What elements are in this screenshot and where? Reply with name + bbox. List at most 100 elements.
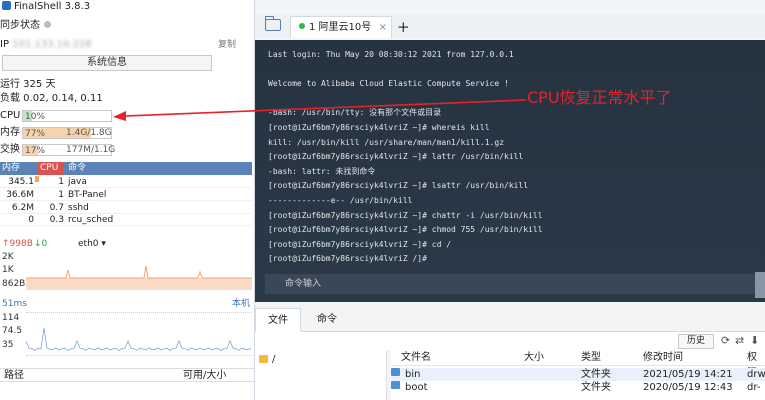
- net-axis-label-bottom: 862B: [2, 279, 26, 289]
- latency-value: 51ms: [2, 299, 27, 309]
- process-table-header: 内存 CPU 命令: [0, 162, 252, 175]
- cpu-usage-value: 10%: [25, 112, 46, 122]
- process-cmd: java: [68, 177, 87, 187]
- process-row[interactable]: 36.6M 1 BT-Panel: [0, 189, 252, 201]
- process-row[interactable]: 0 0.3 rcu_sched: [0, 214, 252, 227]
- net-interface-value: eth0: [78, 239, 99, 249]
- bottom-tabbar: 文件 命令: [255, 308, 765, 332]
- process-mem: 6.2M: [11, 202, 34, 213]
- col-header-type[interactable]: 类型: [581, 350, 601, 366]
- process-cpu: 0.7: [49, 202, 64, 213]
- file-name: bin: [405, 369, 421, 380]
- system-info-button[interactable]: 系统信息: [2, 55, 212, 71]
- sync-icon[interactable]: ⇄: [735, 334, 744, 348]
- mem-usage-value: 77%: [25, 129, 46, 139]
- session-tab[interactable]: 1 阿里云10号 ×: [290, 16, 392, 38]
- col-header-available[interactable]: 可用/大小: [183, 369, 226, 383]
- folder-icon: [391, 381, 400, 389]
- tab-files[interactable]: 文件: [255, 308, 301, 332]
- terminal-line: Welcome to Alibaba Cloud Elastic Compute…: [268, 79, 509, 89]
- cpu-usage-bar: 10%: [22, 110, 112, 122]
- session-tabbar: 1 阿里云10号 × +: [255, 14, 765, 38]
- close-icon[interactable]: ×: [379, 17, 387, 39]
- process-row[interactable]: 6.2M 0.7 sshd: [0, 202, 252, 214]
- latency-axis-label-mid: 74.5: [2, 326, 23, 336]
- file-type: 文件夹: [581, 369, 611, 380]
- latency-axis-label-bottom: 35: [2, 340, 14, 350]
- process-row[interactable]: 345.1 1 java: [0, 176, 252, 188]
- terminal-line: [root@iZuf6bm7y86rsciyk4lvriZ ~]# lattr …: [268, 152, 524, 162]
- process-cmd: rcu_sched: [68, 215, 114, 226]
- latency-target[interactable]: 本机: [232, 299, 250, 310]
- col-header-mem[interactable]: 内存: [0, 162, 38, 175]
- connected-dot-icon: [299, 23, 305, 29]
- sync-label: 同步状态: [0, 20, 40, 31]
- download-icon[interactable]: ⬇: [750, 334, 759, 348]
- file-permission: dr-: [747, 382, 761, 393]
- terminal-output: Last login: Thu May 20 08:30:12 2021 fro…: [268, 48, 765, 267]
- tab-commands[interactable]: 命令: [305, 308, 349, 332]
- terminal-line: [root@iZuf6bm7y86rsciyk4lvriZ ~]# cd /: [268, 239, 452, 249]
- terminal-scrollbar[interactable]: [755, 272, 765, 298]
- net-upload-rate: ↑998B: [2, 239, 33, 249]
- terminal-line: [root@iZuf6bm7y86rsciyk4lvriZ ~]# chmod …: [268, 225, 543, 235]
- swap-label: 交换: [0, 144, 20, 155]
- terminal[interactable]: Last login: Thu May 20 08:30:12 2021 fro…: [255, 40, 765, 302]
- file-row[interactable]: boot 文件夹 2020/05/19 12:43 dr-: [391, 381, 765, 394]
- col-header-cpu[interactable]: CPU: [38, 162, 64, 175]
- refresh-icon[interactable]: ⟳: [721, 334, 730, 348]
- net-download-rate: ↓0: [34, 239, 48, 249]
- process-mem: 36.6M: [6, 189, 34, 200]
- net-axis-label-top: 2K: [2, 252, 14, 262]
- file-name: boot: [405, 382, 428, 393]
- file-row[interactable]: bin 文件夹 2021/05/19 14:21 drw: [391, 368, 765, 381]
- command-input[interactable]: 命令输入: [265, 274, 755, 294]
- terminal-line: kill: /usr/bin/kill /usr/share/man/man1/…: [268, 137, 505, 147]
- mem-usage-detail: 1.4G/1.8G: [66, 128, 112, 138]
- col-header-size[interactable]: 大小: [524, 350, 544, 366]
- net-interface-select[interactable]: eth0 ▾: [78, 238, 106, 250]
- file-type: 文件夹: [581, 382, 611, 393]
- folder-icon[interactable]: [265, 16, 281, 31]
- load-text: 负载 0.02, 0.14, 0.11: [0, 93, 103, 104]
- tree-root-label: /: [272, 354, 276, 365]
- file-mtime: 2020/05/19 12:43: [643, 382, 733, 393]
- terminal-line: [root@iZuf6bm7y86rsciyk4lvriZ /]#: [268, 254, 427, 264]
- col-header-mtime[interactable]: 修改时间: [643, 350, 683, 366]
- file-permission: drw: [747, 369, 765, 380]
- process-cmd: sshd: [68, 202, 89, 213]
- process-cpu: 1: [58, 189, 64, 200]
- add-tab-icon[interactable]: +: [397, 16, 410, 38]
- col-header-cmd[interactable]: 命令: [66, 162, 86, 175]
- session-area: 1 阿里云10号 × + Last login: Thu May 20 08:3…: [255, 0, 765, 400]
- file-toolbar: 历史 ⟳ ⇄ ⬇: [255, 332, 765, 350]
- copy-ip-button[interactable]: 复制: [218, 39, 236, 51]
- terminal-line: -bash: /usr/bin/tty: 没有那个文件或目录: [268, 108, 442, 118]
- col-header-filename[interactable]: 文件名: [401, 350, 431, 366]
- sync-dot-icon: [44, 21, 51, 28]
- latency-chart: [25, 312, 252, 356]
- terminal-line: [root@iZuf6bm7y86rsciyk4lvriZ ~]# chattr…: [268, 210, 543, 220]
- process-mem-bar: [35, 176, 39, 182]
- tree-root[interactable]: /: [259, 354, 275, 366]
- network-chart: [26, 252, 252, 290]
- process-cpu: 1: [58, 177, 64, 187]
- history-button[interactable]: 历史: [678, 334, 714, 349]
- process-mem: 0: [28, 215, 34, 226]
- mem-label: 内存: [0, 127, 20, 138]
- col-header-path[interactable]: 路径: [4, 369, 24, 383]
- file-list-header: 文件名 大小 类型 修改时间 权限: [391, 350, 765, 379]
- ip-value: 101.133.10.228: [12, 39, 92, 50]
- network-sparkline: [26, 265, 252, 290]
- chevron-down-icon: ▾: [101, 239, 106, 249]
- swap-usage-detail: 177M/1.1G: [66, 145, 116, 155]
- terminal-line: [root@iZuf6bm7y86rsciyk4lvriZ ~]# lsattr…: [268, 181, 529, 191]
- ip-label: IP: [0, 39, 9, 50]
- monitor-sidebar: FinalShell 3.8.3 同步状态 IP 101.133.10.228 …: [0, 0, 255, 400]
- finalshell-window: FinalShell 3.8.3 同步状态 IP 101.133.10.228 …: [0, 0, 765, 400]
- latency-axis-label-top: 114: [2, 313, 20, 323]
- annotation-text: CPU恢复正常水平了: [527, 88, 672, 107]
- cpu-label: CPU: [0, 110, 21, 121]
